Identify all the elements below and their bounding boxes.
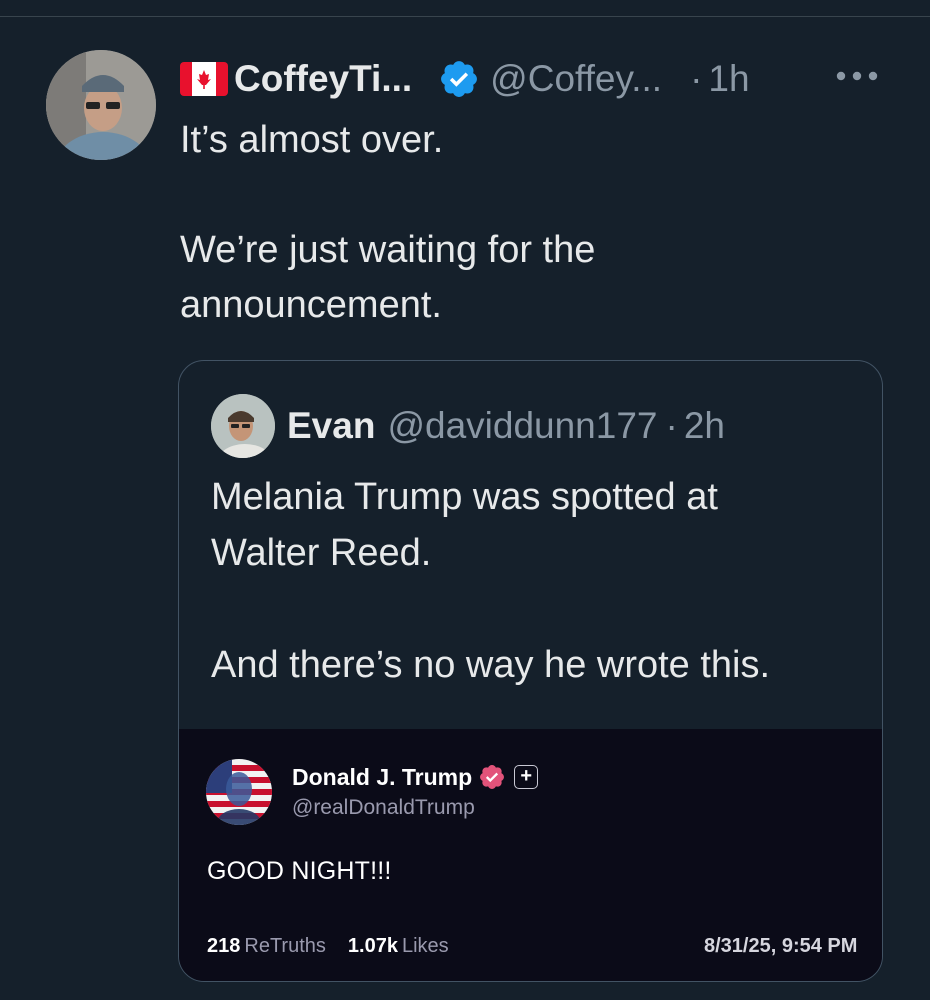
quoted-post-header: Evan @daviddunn177 · 2h xyxy=(211,393,725,459)
post-text: It’s almost over. We’re just waiting for… xyxy=(180,113,880,333)
truth-post-date: 8/31/25, 9:54 PM xyxy=(704,935,858,957)
verified-badge-icon[interactable] xyxy=(438,58,480,100)
likes-label: Likes xyxy=(401,935,449,957)
plus-badge-icon: + xyxy=(514,765,539,789)
post-text-line: announcement. xyxy=(180,284,442,326)
truth-stats: 218 ReTruths 1.07k Likes xyxy=(207,935,449,958)
quoted-author-handle[interactable]: @daviddunn177 xyxy=(387,405,657,447)
truth-author-row: Donald J. Trump + xyxy=(292,759,539,795)
truth-author-handle: @realDonaldTrump xyxy=(292,796,475,819)
truth-social-screenshot[interactable]: Donald J. Trump + @realDonaldTrump GOOD … xyxy=(179,729,882,981)
quoted-post-text: Melania Trump was spotted at Walter Reed… xyxy=(211,469,871,693)
quoted-author-name[interactable]: Evan xyxy=(287,405,375,447)
quoted-post-card[interactable]: Evan @daviddunn177 · 2h Melania Trump wa… xyxy=(178,360,883,982)
separator-dot: · xyxy=(690,58,703,99)
quoted-text-line: Walter Reed. xyxy=(211,532,432,574)
truth-author-avatar xyxy=(206,759,272,825)
truth-post-text: GOOD NIGHT!!! xyxy=(207,857,392,885)
quoted-text-line: Melania Trump was spotted at xyxy=(211,476,718,518)
canada-flag-icon xyxy=(180,62,228,96)
verified-badge-icon xyxy=(480,765,505,789)
quoted-post-timestamp[interactable]: 2h xyxy=(684,405,725,447)
quoted-text-line: And there’s no way he wrote this. xyxy=(211,644,771,686)
author-handle[interactable]: @Coffey... xyxy=(490,58,662,100)
author-avatar[interactable] xyxy=(46,50,156,160)
post-text-line: It’s almost over. xyxy=(180,119,444,161)
likes-count: 1.07k xyxy=(347,935,398,957)
post-timestamp[interactable]: 1h xyxy=(708,58,749,100)
quoted-author-avatar[interactable] xyxy=(211,394,275,458)
divider xyxy=(0,16,930,17)
post-header: CoffeyTi... @Coffey... · 1h xyxy=(180,52,750,106)
tweet-view: CoffeyTi... @Coffey... · 1h It’s almost … xyxy=(0,0,930,1000)
author-display-name[interactable]: CoffeyTi... xyxy=(234,58,412,100)
retruths-label: ReTruths xyxy=(244,935,326,957)
separator-dot: · xyxy=(665,405,678,446)
retruths-count: 218 xyxy=(207,935,241,957)
truth-author-name: Donald J. Trump xyxy=(292,763,473,790)
more-options-icon[interactable] xyxy=(834,66,880,86)
post-text-line: We’re just waiting for the xyxy=(180,229,596,271)
